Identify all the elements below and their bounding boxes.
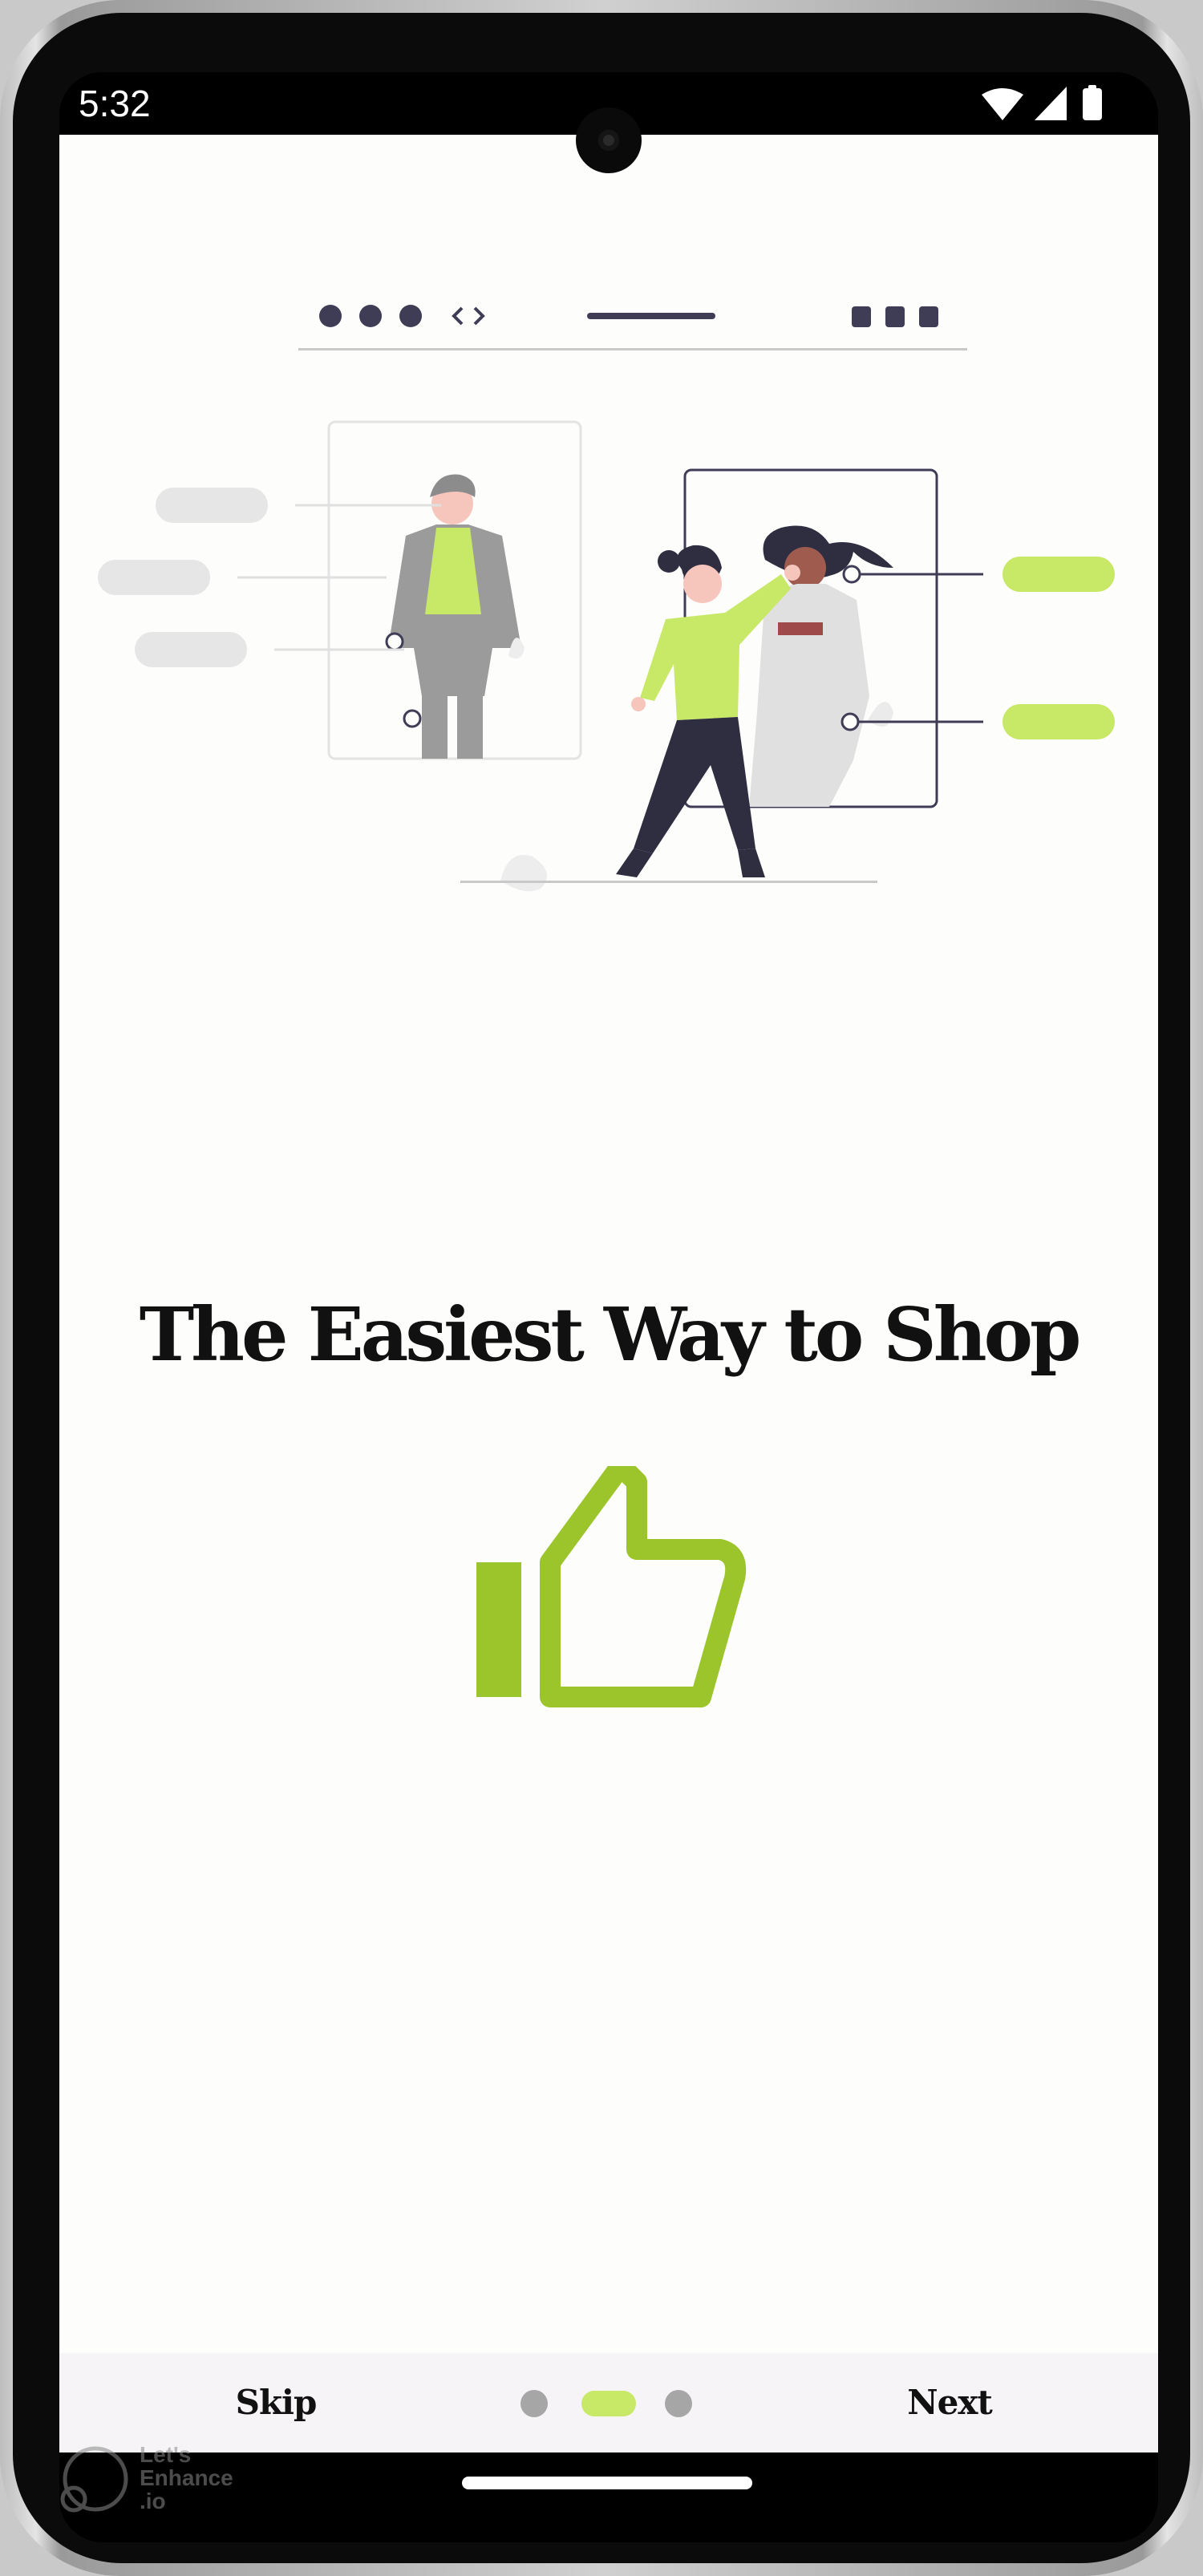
product-card-left <box>327 420 582 760</box>
person-shopping-clothes-illustration <box>98 305 1115 892</box>
skip-button[interactable]: Skip <box>212 2377 340 2428</box>
page-indicator <box>520 2387 697 2419</box>
phone-frame: 5:32 The Easiest Way to Shop Skip Next <box>0 0 1203 2576</box>
phone-screen: 5:32 The Easiest Way to Shop Skip Next <box>59 72 1158 2542</box>
phone-bezel: 5:32 The Easiest Way to Shop Skip Next <box>13 13 1190 2563</box>
status-time: 5:32 <box>79 83 151 124</box>
onboarding-bottom-bar: Skip Next <box>59 2353 1158 2452</box>
thumbs-up-icon <box>476 1466 747 1707</box>
page-dot-1[interactable] <box>520 2390 548 2417</box>
onboarding-screen: The Easiest Way to Shop Skip Next <box>59 135 1158 2452</box>
onboarding-title: The Easiest Way to Shop <box>139 1291 1082 1378</box>
watermark-text: Let's Enhance .io <box>140 2442 233 2513</box>
home-indicator[interactable] <box>462 2477 752 2489</box>
wifi-icon <box>982 88 1023 120</box>
status-icons <box>982 85 1102 120</box>
watermark-logo-icon <box>60 2446 128 2513</box>
page-dot-2-active[interactable] <box>581 2391 636 2416</box>
watermark: Let's Enhance .io <box>59 2443 268 2523</box>
cellular-signal-icon <box>1035 87 1067 120</box>
next-button[interactable]: Next <box>885 2377 1014 2428</box>
battery-icon <box>1083 88 1102 120</box>
browser-toolbar-graphic <box>298 305 967 350</box>
page-dot-3[interactable] <box>665 2390 692 2417</box>
front-camera <box>576 107 642 173</box>
